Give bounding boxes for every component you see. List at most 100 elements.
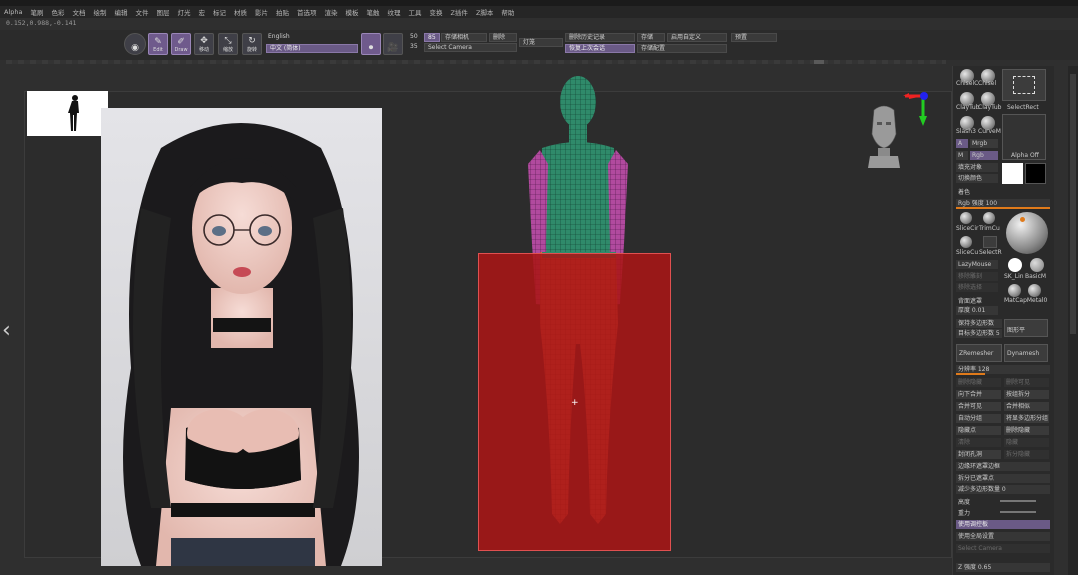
slicecurve-icon[interactable] [960, 236, 972, 248]
keep-polycount-button[interactable]: 保持多边形数 [956, 319, 1002, 328]
selectrect-small-icon[interactable] [983, 236, 997, 248]
menu-item[interactable]: 渲染 [324, 7, 337, 17]
fill-object-button[interactable]: 填充对象 [956, 163, 998, 172]
height-slider[interactable] [1000, 500, 1036, 502]
delete-visible-button[interactable]: 删除可见 [1004, 378, 1049, 387]
matcap-metal2-icon[interactable] [1028, 284, 1041, 297]
menu-item[interactable]: 文档 [72, 7, 85, 17]
toolbar-scroll-thumb[interactable] [814, 60, 824, 64]
menu-item[interactable]: Z插件 [450, 7, 467, 17]
reduce-poly-slider[interactable]: 减少多边形数量 0 [956, 485, 1050, 494]
zremesher-button[interactable]: ZRemesher [956, 344, 1002, 362]
collapse-left-chevron-icon[interactable]: ‹ [2, 318, 11, 343]
split-hidden-button[interactable]: 拆分隐藏 [1004, 450, 1049, 459]
group-visible-button[interactable]: 将显多边形分组 [1004, 414, 1049, 423]
hide-button[interactable]: 隐藏 [1004, 438, 1049, 447]
thickness-slider[interactable]: 厚度 0.01 [956, 306, 998, 315]
primary-color-swatch[interactable] [1002, 163, 1023, 184]
scale-tool-icon[interactable]: ⤡ 缩放 [218, 33, 238, 55]
a-toggle[interactable]: A [956, 139, 968, 148]
rotate-tool-icon[interactable]: ↻ 旋转 [242, 33, 262, 55]
hide-points-button[interactable]: 隐藏点 [956, 426, 1001, 435]
subdivide-button[interactable]: 图形平 [1004, 319, 1048, 337]
menu-item[interactable]: 首选项 [297, 7, 317, 17]
delete-hidden2-button[interactable]: 删除隐藏 [1004, 426, 1049, 435]
use-palette-button[interactable]: 使用调控板 [956, 520, 1050, 529]
menu-item[interactable]: 变换 [429, 7, 442, 17]
menu-item[interactable]: 宏 [198, 7, 205, 17]
delete-hidden-button[interactable]: 删除隐藏 [956, 378, 1001, 387]
btn-85[interactable]: 85 [424, 33, 440, 42]
mrgb-toggle[interactable]: Mrgb [970, 139, 998, 148]
switch-color-button[interactable]: 切换颜色 [956, 174, 998, 183]
matcap-metal-icon[interactable] [1008, 284, 1021, 297]
language-select[interactable]: 中文 (简体) [266, 44, 358, 53]
use-global-settings-button[interactable]: 使用全局设置 [956, 532, 1050, 541]
history-delete-button[interactable]: 删除历史记录 [565, 33, 635, 42]
menu-item[interactable]: 纹理 [387, 7, 400, 17]
menu-item[interactable]: 工具 [408, 7, 421, 17]
axis-gizmo-icon[interactable] [895, 88, 935, 128]
menu-item[interactable]: 图层 [156, 7, 169, 17]
menu-item[interactable]: 编辑 [114, 7, 127, 17]
merge-visible-button[interactable]: 合并可见 [956, 402, 1001, 411]
store-button[interactable]: 存储 [637, 33, 665, 42]
custom-ui-button[interactable]: 启用自定义 [667, 33, 727, 42]
light-dot-icon[interactable] [1020, 217, 1025, 222]
select-camera-panel-button[interactable]: Select Camera [956, 544, 1050, 553]
edge-loop-mask-button[interactable]: 边缘环遮罩边框 [956, 462, 1050, 471]
light-button[interactable]: 灯笼 [519, 38, 563, 47]
draw-tool-icon[interactable]: ✐ Draw [171, 33, 191, 55]
stroke-preview-icon[interactable] [1008, 258, 1022, 272]
camera-icon[interactable]: 🎥 [383, 33, 403, 55]
scroll-thumb[interactable] [1070, 74, 1076, 334]
dynamesh-button[interactable]: Dynamesh [1004, 344, 1048, 362]
select-rect-thumb[interactable] [1002, 69, 1046, 101]
split-groups-button[interactable]: 按组拆分 [1004, 390, 1049, 399]
menu-item[interactable]: 材质 [234, 7, 247, 17]
menu-item[interactable]: 绘制 [93, 7, 106, 17]
menu-item[interactable]: 模板 [345, 7, 358, 17]
trimcurve-icon[interactable] [983, 212, 995, 224]
menu-item[interactable]: 色彩 [51, 7, 64, 17]
select-camera-button[interactable]: Select Camera [424, 43, 517, 52]
slicecirc-icon[interactable] [960, 212, 972, 224]
m-toggle[interactable]: M [956, 151, 968, 160]
material-sphere-icon[interactable] [1006, 212, 1048, 254]
split-masked-button[interactable]: 拆分已遮罩点 [956, 474, 1050, 483]
menu-item[interactable]: 灯光 [177, 7, 190, 17]
clear-button[interactable]: 清除 [956, 438, 1001, 447]
menu-item[interactable]: 笔触 [366, 7, 379, 17]
menu-item[interactable]: 文件 [135, 7, 148, 17]
rgb-toggle[interactable]: Rgb [970, 151, 998, 160]
auto-groups-button[interactable]: 自动分组 [956, 414, 1001, 423]
save-camera-button[interactable]: 存储相机 [441, 33, 487, 42]
store-config-button[interactable]: 存储配置 [637, 44, 727, 53]
z-strength-slider[interactable]: Z 强度 0.65 [956, 563, 1050, 572]
delete-button[interactable]: 删除 [489, 33, 517, 42]
merge-similar-button[interactable]: 合并相似 [1004, 402, 1049, 411]
menu-item[interactable]: Alpha [4, 8, 22, 16]
menu-item[interactable]: 标记 [213, 7, 226, 17]
lazymouse-button[interactable]: LazyMouse [956, 260, 998, 269]
secondary-color-swatch[interactable] [1025, 163, 1046, 184]
gravity-slider[interactable] [1000, 511, 1036, 513]
menu-item[interactable]: 帮助 [501, 7, 514, 17]
menu-item[interactable]: Z脚本 [476, 7, 493, 17]
edit-tool-icon[interactable]: ✎ Edit [148, 33, 168, 55]
move-tool-icon[interactable]: ✥ 移动 [194, 33, 214, 55]
record-icon[interactable]: ⏺ [361, 33, 381, 55]
close-holes-button[interactable]: 封闭孔洞 [956, 450, 1001, 459]
basic-material-icon[interactable] [1030, 258, 1044, 272]
recent-session-button[interactable]: 恢复上次会话 [565, 44, 635, 53]
merge-down-button[interactable]: 向下合并 [956, 390, 1001, 399]
target-polycount-slider[interactable]: 目标多边形数 5 [956, 329, 1002, 338]
menu-item[interactable]: 拍贴 [276, 7, 289, 17]
remove-select-button[interactable]: 移除选择 [956, 283, 998, 292]
preset-button[interactable]: 预置 [731, 33, 777, 42]
remove-sculpt-button[interactable]: 移除雕刻 [956, 272, 998, 281]
brush-preview-icon[interactable]: ◉ [124, 33, 146, 55]
toolbar-scroll-strip[interactable] [6, 60, 946, 64]
menu-item[interactable]: 影片 [255, 7, 268, 17]
right-panel-scrollbar[interactable] [1068, 66, 1078, 575]
